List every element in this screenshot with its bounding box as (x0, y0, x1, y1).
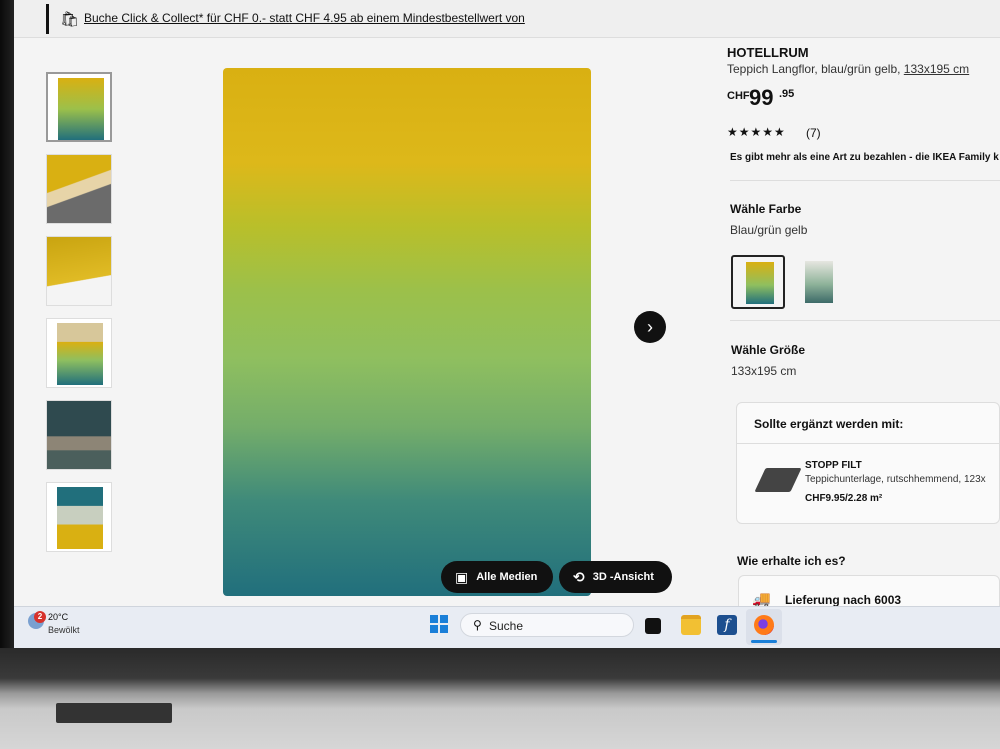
chevron-right-icon: › (647, 317, 653, 337)
windows-logo-tile (430, 615, 438, 623)
active-app-indicator (751, 640, 777, 643)
size-heading: Wähle Größe (731, 343, 806, 357)
divider (730, 320, 1000, 321)
product-description-text: Teppich Langflor, blau/grün gelb, (727, 62, 904, 76)
color-swatch-selected[interactable] (731, 255, 785, 309)
device-edge (56, 703, 172, 723)
font-app-icon[interactable]: f (717, 615, 737, 635)
monitor-stand-area (0, 648, 1000, 749)
weather-condition[interactable]: Bewölkt (48, 625, 80, 635)
thumbnail-image (57, 487, 103, 549)
thumbnail-rug-room-corner[interactable] (46, 318, 112, 388)
addon-price: CHF9.95/2.28 m² (805, 493, 883, 504)
promo-banner-link[interactable]: Buche Click & Collect* für CHF 0.- statt… (84, 11, 525, 25)
view-3d-label: 3D -Ansicht (592, 571, 654, 583)
file-explorer-icon[interactable] (681, 615, 701, 635)
all-media-label: Alle Medien (476, 571, 538, 583)
thumbnail-rug-front[interactable] (46, 72, 112, 142)
size-link[interactable]: 133x195 cm (904, 62, 969, 76)
browser-viewport: 🛍 Buche Click & Collect* für CHF 0.- sta… (14, 0, 1000, 648)
all-media-button[interactable]: ▣ Alle Medien (441, 561, 553, 593)
weather-temperature[interactable]: 20°C (48, 612, 68, 622)
price-cents: .95 (779, 88, 795, 100)
color-value: Blau/grün gelb (730, 223, 808, 237)
notification-badge: 2 (34, 611, 46, 623)
product-name: HOTELLRUM (727, 45, 809, 60)
rating-count[interactable]: (7) (806, 126, 821, 140)
thumbnail-image (57, 323, 103, 385)
delivery-label[interactable]: Lieferung nach 6003 (785, 593, 901, 607)
delivery-heading: Wie erhalte ich es? (737, 554, 846, 568)
banner-accent-bar (46, 4, 49, 34)
payment-info: Es gibt mehr als eine Art zu bezahlen - … (730, 152, 999, 163)
taskbar-search[interactable]: ⚲ Suche (460, 613, 634, 637)
rating-stars[interactable]: ★★★★★ (727, 125, 786, 139)
thumbnail-rug-color-variants[interactable] (46, 482, 112, 552)
addon-description: Teppichunterlage, rutschhemmend, 123x (805, 474, 986, 485)
next-image-button[interactable]: › (634, 311, 666, 343)
addon-heading: Sollte ergänzt werden mit: (754, 417, 904, 431)
thumbnail-rug-texture[interactable] (46, 236, 112, 306)
color-heading: Wähle Farbe (730, 202, 802, 216)
view-3d-button[interactable]: ⟲ 3D -Ansicht (559, 561, 672, 593)
thumbnail-image (47, 155, 111, 223)
windows-start-button[interactable] (430, 615, 448, 633)
thumbnail-image (58, 78, 104, 140)
windows-logo-tile (430, 625, 438, 633)
promo-banner[interactable]: 🛍 Buche Click & Collect* für CHF 0.- sta… (14, 0, 1000, 38)
swatch-image (746, 262, 774, 304)
windows-logo-tile (440, 615, 448, 623)
thumbnail-image (47, 401, 111, 469)
size-value: 133x195 cm (731, 364, 797, 378)
thumbnail-living-room[interactable] (46, 400, 112, 470)
product-main-image[interactable] (223, 68, 591, 596)
windows-logo-tile (440, 625, 448, 633)
price-main: 99 (749, 85, 774, 110)
addon-name[interactable]: STOPP FILT (805, 460, 862, 471)
product-description: Teppich Langflor, blau/grün gelb, 133x19… (727, 62, 969, 76)
task-view-icon[interactable] (645, 618, 661, 634)
monitor-bezel (0, 0, 14, 650)
thumbnail-rug-backside[interactable] (46, 154, 112, 224)
swatch-image (805, 261, 833, 303)
divider (730, 180, 1000, 181)
thumbnail-image (47, 237, 111, 305)
firefox-icon[interactable] (754, 615, 774, 635)
search-placeholder: Suche (489, 619, 524, 633)
rotate-icon: ⟲ (573, 569, 585, 586)
divider (736, 443, 1000, 444)
price-currency: CHF (727, 90, 750, 102)
color-swatch-grey-green[interactable] (791, 255, 845, 309)
search-icon: ⚲ (473, 618, 482, 632)
shopping-bag-icon: 🛍 (60, 11, 80, 28)
gallery-icon: ▣ (455, 569, 469, 586)
